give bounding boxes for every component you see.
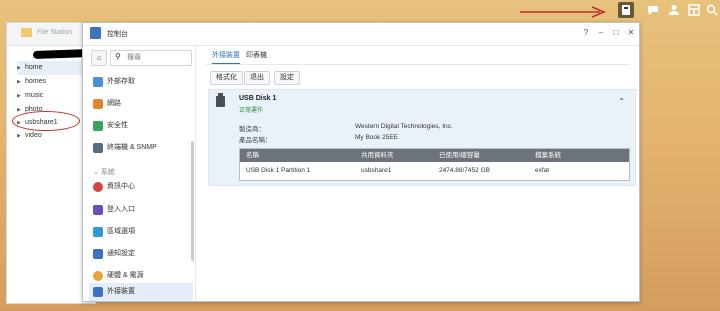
caret-right-icon: ▶	[17, 133, 21, 139]
table-row[interactable]: USB Disk 1 Partition 1 usbshare1 2474.88…	[240, 163, 629, 178]
format-button[interactable]: 格式化	[210, 71, 243, 85]
maximize-button[interactable]: □	[610, 27, 622, 39]
window-title: 控制台	[107, 31, 128, 38]
caret-right-icon: ▶	[17, 93, 21, 99]
annotation-ellipse	[12, 111, 80, 131]
main-content: 外接裝置 印表機 格式化 退出 設定 USB Disk 1 正常運作 ⌃ 製造商…	[196, 46, 639, 301]
sidebar-item-external-access[interactable]: 外部存取	[89, 73, 193, 91]
taskbar	[0, 0, 720, 20]
product-label: 產品名稱：	[239, 137, 272, 144]
info-icon	[93, 182, 103, 192]
bulb-icon	[93, 271, 103, 281]
caret-right-icon: ▶	[17, 79, 21, 85]
file-station-title: File Station	[37, 29, 73, 36]
control-panel-titlebar[interactable]: 控制台 ? – □ ✕	[83, 23, 639, 46]
manufacturer-label: 製造商：	[239, 126, 265, 133]
product-value: My Book 25EE	[355, 134, 398, 141]
manufacturer-value: Western Digital Technologies, Inc.	[355, 123, 453, 130]
annotation-arrow	[520, 6, 606, 18]
partition-name: USB Disk 1 Partition 1	[246, 167, 311, 174]
sidebar-item-external-devices[interactable]: 外接裝置	[89, 283, 193, 301]
control-panel-window: 控制台 ? – □ ✕ ⌂ ⚲ 外部存取 網路 安全性 終端機 & SNMP ⌄…	[82, 22, 640, 302]
globe-icon	[93, 77, 103, 87]
home-button[interactable]: ⌂	[91, 50, 107, 66]
minimize-button[interactable]: –	[595, 27, 607, 39]
shield-icon	[93, 121, 103, 131]
notification-icon[interactable]	[645, 2, 661, 18]
search-icon: ⚲	[115, 52, 121, 61]
search-icon[interactable]	[704, 2, 720, 18]
sidebar-scrollbar[interactable]	[191, 141, 194, 261]
close-button[interactable]: ✕	[625, 27, 637, 39]
eject-button[interactable]: 退出	[244, 71, 270, 85]
column-header-used-total: 已使用/總容量	[439, 152, 480, 159]
partition-shared-folder: usbshare1	[361, 167, 392, 174]
network-icon	[93, 99, 103, 109]
sidebar-item-notification[interactable]: 通知設定	[89, 245, 193, 263]
notification-icon	[93, 249, 103, 259]
column-header-filesystem: 檔案系統	[535, 152, 561, 159]
tab-printer[interactable]: 印表機	[246, 49, 267, 63]
column-header-shared-folder: 共用資料夾	[361, 152, 394, 159]
sidebar-item-login-portal[interactable]: 登入入口	[89, 201, 193, 219]
usb-disk-icon	[216, 93, 225, 107]
control-panel-sidebar: ⌂ ⚲ 外部存取 網路 安全性 終端機 & SNMP ⌄ 系統 資訊中心 登入入…	[83, 46, 196, 301]
help-button[interactable]: ?	[580, 27, 592, 39]
chevron-up-icon[interactable]: ⌃	[618, 97, 625, 106]
sidebar-item-network[interactable]: 網路	[89, 95, 193, 113]
sidebar-item-info-center[interactable]: 資訊中心	[89, 178, 193, 196]
partition-capacity: 2474.88/7452 GB	[439, 167, 490, 174]
disk-name: USB Disk 1	[239, 95, 277, 102]
search-input[interactable]	[127, 52, 187, 63]
section-header-system: ⌄ 系統	[93, 169, 115, 176]
search-box[interactable]: ⚲	[110, 50, 192, 66]
partition-table: 名稱 共用資料夾 已使用/總容量 檔案系統 USB Disk 1 Partiti…	[239, 148, 630, 181]
table-header: 名稱 共用資料夾 已使用/總容量 檔案系統	[240, 149, 629, 162]
caret-right-icon: ▶	[17, 65, 21, 71]
external-device-icon	[93, 287, 103, 297]
user-icon[interactable]	[666, 2, 682, 18]
widgets-icon[interactable]	[686, 2, 702, 18]
control-panel-icon	[90, 27, 101, 39]
folder-icon	[21, 28, 32, 37]
sidebar-item-security[interactable]: 安全性	[89, 117, 193, 135]
sidebar-item-terminal[interactable]: 終端機 & SNMP	[89, 139, 193, 157]
portal-icon	[93, 205, 103, 215]
disk-status: 正常運作	[239, 108, 264, 114]
tab-external-devices[interactable]: 外接裝置	[212, 49, 240, 64]
sidebar-item-regional-options[interactable]: 區域選項	[89, 223, 193, 241]
column-header-name: 名稱	[246, 152, 259, 159]
tabs-divider	[206, 64, 629, 65]
regional-icon	[93, 227, 103, 237]
terminal-icon	[93, 143, 103, 153]
external-devices-icon[interactable]	[618, 2, 634, 18]
settings-button[interactable]: 設定	[274, 71, 300, 85]
disk-panel: USB Disk 1 正常運作 ⌃ 製造商： Western Digital T…	[208, 89, 636, 186]
partition-filesystem: exfat	[535, 167, 550, 174]
